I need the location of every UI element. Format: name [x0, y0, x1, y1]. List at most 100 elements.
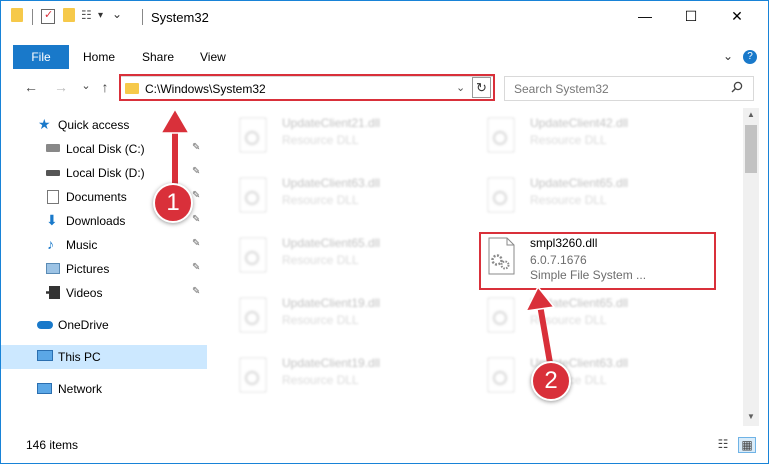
search-placeholder: Search System32	[514, 82, 609, 96]
pin-icon: ✎	[192, 214, 201, 225]
scroll-down-icon[interactable]: ▼	[743, 412, 759, 426]
scroll-thumb[interactable]	[745, 125, 757, 173]
file-explorer-window: ✓ ☷ ▾ ⌄ System32 — ☐ ✕ File Home Share V…	[0, 0, 769, 464]
sidebar-item-local-disk-d[interactable]: Local Disk (D:) ✎	[1, 161, 207, 185]
dll-file-icon	[238, 236, 270, 276]
downloads-icon: ⬇	[46, 212, 58, 228]
sidebar-item-quick-access[interactable]: ★ Quick access	[1, 113, 207, 137]
chevron-down-icon[interactable]: ⌄	[112, 7, 124, 23]
pin-icon: ✎	[192, 166, 201, 177]
tab-file[interactable]: File	[13, 45, 69, 69]
sidebar-item-network[interactable]: Network	[1, 377, 207, 401]
sidebar-item-label: Network	[58, 382, 103, 396]
file-description: Resource DLL	[282, 133, 359, 147]
file-name: UpdateClient19.dll	[282, 356, 381, 370]
sidebar-item-label: Local Disk (C:)	[66, 142, 145, 156]
sidebar-item-music[interactable]: ♪ Music ✎	[1, 233, 207, 257]
properties-icon[interactable]: ✓	[41, 9, 55, 24]
step-badge-1: 1	[153, 183, 193, 223]
tab-view[interactable]: View	[200, 50, 226, 64]
folder-icon	[11, 8, 23, 22]
recent-locations-button[interactable]: ⌄	[77, 79, 95, 92]
pin-icon: ✎	[192, 190, 201, 201]
star-icon: ★	[38, 116, 51, 132]
separator	[32, 9, 33, 25]
sidebar-item-label: This PC	[58, 350, 101, 364]
dll-file-icon	[486, 356, 518, 396]
list-item[interactable]: UpdateClient65.dll Resource DLL	[456, 288, 691, 342]
pin-icon: ✎	[192, 238, 201, 249]
forward-button[interactable]: →	[52, 79, 70, 95]
sidebar-item-label: Local Disk (D:)	[66, 166, 145, 180]
search-icon	[731, 81, 743, 96]
file-description: Resource DLL	[530, 193, 607, 207]
list-item[interactable]: UpdateClient65.dll Resource DLL	[208, 228, 443, 282]
file-description: Resource DLL	[282, 373, 359, 387]
sidebar-item-label: Videos	[66, 286, 103, 300]
dll-file-icon	[238, 176, 270, 216]
maximize-button[interactable]: ☐	[668, 1, 714, 31]
sidebar-item-videos[interactable]: Videos ✎	[1, 281, 207, 305]
item-count: 146 items	[26, 438, 79, 452]
list-item[interactable]: UpdateClient63.dll Resource DLL	[208, 168, 443, 222]
sidebar-item-pictures[interactable]: Pictures ✎	[1, 257, 207, 281]
file-name: UpdateClient19.dll	[282, 296, 381, 310]
cloud-icon	[37, 321, 53, 329]
sidebar-item-this-pc[interactable]: This PC	[1, 345, 207, 369]
drive-icon	[46, 144, 60, 152]
list-item[interactable]: UpdateClient19.dll Resource DLL	[208, 288, 443, 342]
pin-icon: ✎	[192, 262, 201, 273]
scroll-up-icon[interactable]: ▲	[743, 110, 759, 124]
large-icons-view-icon[interactable]: ▦	[738, 437, 756, 453]
list-item[interactable]: UpdateClient63.dll Resource DLL	[456, 348, 691, 402]
pin-icon: ✎	[192, 286, 201, 297]
list-item[interactable]: UpdateClient21.dll Resource DLL	[208, 108, 443, 162]
dll-file-icon	[238, 296, 270, 336]
ribbon-tabs: File Home Share View ⌄ ?	[1, 45, 768, 69]
file-description: Resource DLL	[530, 313, 607, 327]
list-item[interactable]: UpdateClient42.dll Resource DLL	[456, 108, 691, 162]
file-description: Resource DLL	[282, 313, 359, 327]
videos-icon	[46, 286, 60, 299]
status-bar: 146 items ☷ ▦	[1, 433, 768, 461]
dll-file-icon	[238, 116, 270, 156]
details-view-icon[interactable]: ☷	[714, 437, 732, 453]
documents-icon	[47, 190, 59, 204]
close-button[interactable]: ✕	[714, 1, 760, 31]
step-badge-2: 2	[531, 361, 571, 401]
customize-toolbar-icon[interactable]: ☷	[81, 8, 97, 24]
dll-file-icon	[486, 116, 518, 156]
address-highlight-box	[119, 74, 495, 101]
search-input[interactable]: Search System32	[504, 76, 754, 101]
music-icon: ♪	[47, 236, 54, 252]
refresh-button[interactable]: ↻	[472, 77, 491, 98]
help-icon[interactable]: ?	[743, 50, 757, 64]
drive-icon	[46, 170, 60, 176]
dll-file-icon	[238, 356, 270, 396]
file-name: UpdateClient63.dll	[282, 176, 381, 190]
computer-icon	[37, 350, 53, 361]
dll-file-icon	[486, 296, 518, 336]
sidebar-item-label: Documents	[66, 190, 127, 204]
sidebar-item-label: Music	[66, 238, 98, 252]
list-item[interactable]: UpdateClient65.dll Resource DLL	[456, 168, 691, 222]
tab-share[interactable]: Share	[142, 50, 174, 64]
sidebar-item-label: Quick access	[58, 118, 130, 132]
sidebar-item-onedrive[interactable]: OneDrive	[1, 313, 207, 337]
title-bar: ✓ ☷ ▾ ⌄ System32 — ☐ ✕	[1, 1, 768, 33]
window-title: System32	[151, 10, 209, 25]
minimize-button[interactable]: —	[622, 1, 668, 31]
expand-ribbon-icon[interactable]: ⌄	[723, 49, 733, 63]
new-folder-icon[interactable]	[63, 8, 75, 22]
up-button[interactable]: ↑	[96, 79, 114, 95]
list-item[interactable]: UpdateClient19.dll Resource DLL	[208, 348, 443, 402]
pin-icon: ✎	[192, 142, 201, 153]
back-button[interactable]: ←	[22, 79, 40, 95]
file-description: Resource DLL	[282, 253, 359, 267]
tab-home[interactable]: Home	[83, 50, 115, 64]
file-name: UpdateClient65.dll	[282, 236, 381, 250]
file-name: UpdateClient21.dll	[282, 116, 381, 130]
sidebar-item-local-disk-c[interactable]: Local Disk (C:) ✎	[1, 137, 207, 161]
toolbar-dropdown-icon[interactable]: ▾	[98, 10, 103, 26]
network-icon	[37, 383, 52, 394]
